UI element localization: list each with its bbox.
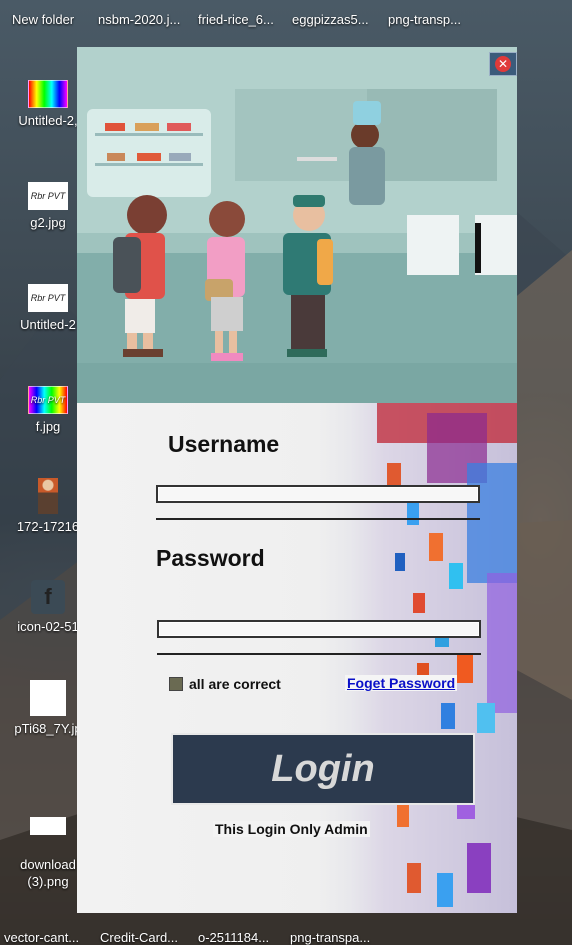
logo-image-icon: [30, 680, 66, 716]
password-label: Password: [156, 545, 265, 571]
desktop-file-credit-card[interactable]: Credit-Card...: [100, 930, 178, 945]
gradient-image-icon: [28, 80, 68, 108]
login-window: ✕ Username Password all are correct Foge…: [77, 47, 517, 913]
desktop-file-png-transp[interactable]: png-transp...: [388, 12, 461, 27]
desktop-file-o-2511184[interactable]: o-2511184...: [198, 930, 269, 945]
desktop-file-png-transpa[interactable]: png-transpa...: [290, 930, 370, 945]
logo-image-icon: [30, 817, 66, 835]
username-label: Username: [168, 431, 280, 457]
close-button[interactable]: ✕: [489, 52, 517, 76]
admin-only-note: This Login Only Admin: [213, 821, 370, 837]
desktop-file-eggpizzas[interactable]: eggpizzas5...: [292, 12, 369, 27]
login-form: Username Password all are correct Foget …: [77, 403, 517, 913]
rbr-pvt-image-icon: Rbr PVT: [28, 284, 68, 312]
all-correct-checkbox[interactable]: [169, 677, 183, 691]
password-input[interactable]: [157, 620, 481, 638]
gradient-image-icon: Rbr PVT: [28, 386, 68, 414]
desktop-file-nsbm[interactable]: nsbm-2020.j...: [98, 12, 180, 27]
all-correct-label: all are correct: [189, 676, 281, 692]
username-input[interactable]: [156, 485, 480, 503]
desktop-file-new-folder[interactable]: New folder: [12, 12, 74, 27]
forgot-password-link[interactable]: Foget Password: [345, 675, 458, 691]
canteen-scene-image: [77, 47, 517, 403]
person-image-icon: [38, 478, 58, 514]
login-button[interactable]: Login: [171, 733, 475, 805]
password-underline: [157, 653, 481, 655]
desktop-file-vector-cant[interactable]: vector-cant...: [4, 930, 79, 945]
desktop-file-fried-rice[interactable]: fried-rice_6...: [198, 12, 274, 27]
close-icon: ✕: [495, 56, 511, 72]
username-underline: [156, 518, 480, 520]
canteen-illustration: ✕: [77, 47, 517, 403]
facebook-icon: f: [31, 580, 65, 614]
rbr-pvt-image-icon: Rbr PVT: [28, 182, 68, 210]
